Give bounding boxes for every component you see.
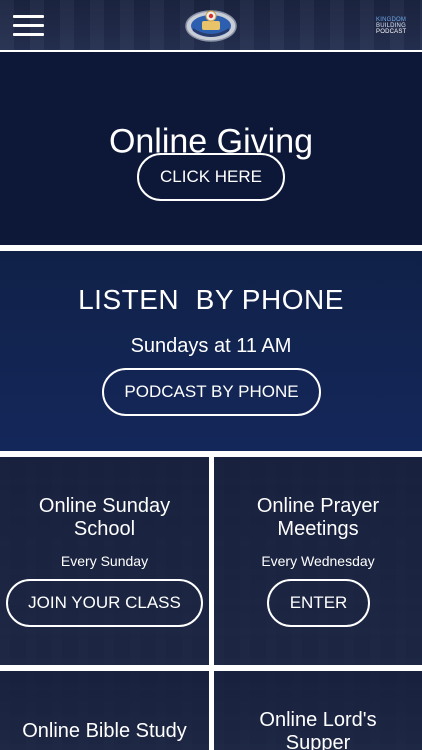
menu-line xyxy=(13,15,44,18)
listen-by-phone-schedule: Sundays at 11 AM xyxy=(130,335,292,357)
kingdom-building-podcast-logo[interactable]: KINGDOM BUILDING PODCAST xyxy=(376,17,416,35)
hamburger-menu-icon[interactable] xyxy=(10,11,48,39)
sunday-school-schedule: Every Sunday xyxy=(60,553,149,569)
online-giving-panel: Online Giving CLICK HERE xyxy=(0,52,422,245)
podcast-logo-line3: PODCAST xyxy=(376,29,407,35)
top-bar: KINGDOM BUILDING PODCAST xyxy=(0,0,422,50)
bible-study-title: Online Bible Study xyxy=(22,720,187,742)
lords-supper-title: Online Lord's Supper xyxy=(259,709,377,750)
prayer-meetings-schedule: Every Wednesday xyxy=(261,553,375,569)
prayer-meetings-tile: Online Prayer Meetings Every Wednesday E… xyxy=(214,457,422,665)
podcast-by-phone-button[interactable]: PODCAST BY PHONE xyxy=(102,368,321,416)
click-here-button[interactable]: CLICK HERE xyxy=(137,153,285,201)
enter-button[interactable]: ENTER xyxy=(267,579,370,627)
prayer-meetings-title: Online Prayer Meetings xyxy=(256,495,380,540)
sunday-school-tile: Online Sunday School Every Sunday JOIN Y… xyxy=(0,457,209,665)
bible-study-tile[interactable]: Online Bible Study xyxy=(0,671,209,750)
menu-line xyxy=(13,33,44,36)
menu-line xyxy=(13,24,44,27)
join-your-class-button[interactable]: JOIN YOUR CLASS xyxy=(6,579,203,627)
lords-supper-tile[interactable]: Online Lord's Supper xyxy=(214,671,422,750)
listen-by-phone-title: LISTEN BY PHONE xyxy=(78,284,344,315)
sunday-school-title: Online Sunday School xyxy=(38,495,171,540)
church-seal-logo[interactable] xyxy=(184,7,238,43)
listen-by-phone-panel: LISTEN BY PHONE Sundays at 11 AM PODCAST… xyxy=(0,251,422,451)
